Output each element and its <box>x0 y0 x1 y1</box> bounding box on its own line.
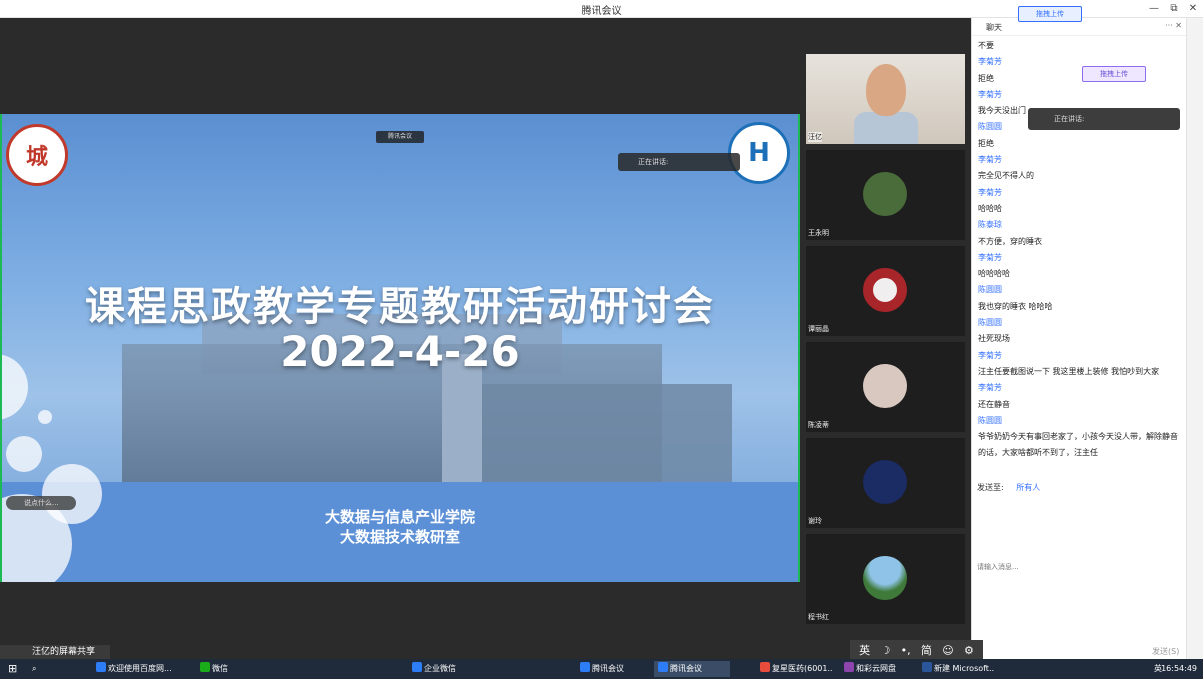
speaking-indicator: 正在讲话: <box>618 153 740 171</box>
close-button[interactable]: ✕ <box>1185 1 1201 17</box>
chat-sender: 陈泰琼 <box>978 220 1002 230</box>
participant-name: 王永明 <box>808 229 829 237</box>
university-logo-left: 城 <box>6 124 68 186</box>
chat-message-text: 哈哈哈 <box>978 203 1002 213</box>
slide-department: 大数据技术教研室 <box>339 528 460 546</box>
chat-message-text: 拒绝 <box>978 138 994 148</box>
app-icon <box>580 662 590 672</box>
taskbar-item[interactable]: 腾讯会议 <box>654 661 730 677</box>
avatar <box>863 268 907 312</box>
slide-title: 课程思政教学专题教研活动研讨会 <box>85 284 715 330</box>
chat-sender: 陈圆圆 <box>978 318 1002 328</box>
ime-moon-icon[interactable]: ☽ <box>880 644 890 657</box>
campus-building-image <box>472 384 732 484</box>
send-to-row: 发送至: 所有人 <box>977 482 1040 493</box>
chat-message-text: 爷爷奶奶今天有事回老家了，小孩今天没人带，解除静音的话，大家啥都听不到了，汪主任 <box>978 432 1178 458</box>
ime-lang[interactable]: 英 <box>859 642 870 658</box>
taskbar-item[interactable]: 和彩云网盘 <box>840 661 912 677</box>
ime-emoji-icon[interactable]: ☺ <box>942 644 953 657</box>
chat-message-text: 完全见不得人的 <box>978 171 1034 181</box>
close-icon[interactable]: ··· ✕ <box>1165 21 1182 30</box>
participant-name: 陈凌蒂 <box>808 421 829 429</box>
chat-scrollbar[interactable] <box>1186 18 1203 659</box>
avatar <box>863 172 907 216</box>
taskbar-item[interactable]: 企业微信 <box>408 661 468 677</box>
chat-sender: 李菊芳 <box>978 89 1002 99</box>
decor-circle <box>38 410 52 424</box>
chat-sender: 陈圆圆 <box>978 285 1002 295</box>
app-icon <box>96 662 106 672</box>
say-something-input[interactable]: 说点什么... <box>6 496 76 510</box>
person-face <box>866 64 906 116</box>
search-icon[interactable]: ⌕ <box>28 661 42 677</box>
chat-sender: 李菊芳 <box>978 187 1002 197</box>
chat-message-text: 社死现场 <box>978 334 1010 344</box>
chat-message-text: 我也穿的睡衣 哈哈哈 <box>978 301 1053 311</box>
chat-message-list: 不要 李菊芳 拒绝 李菊芳 我今天没出门 陈圆圆 拒绝 李菊芳 完全见不得人的 李菊芳 哈哈哈 陈泰琼… <box>972 36 1186 464</box>
participant-name: 程书红 <box>808 613 829 621</box>
send-to-select[interactable]: 所有人 <box>1016 483 1040 492</box>
participant-name: 谭丽晶 <box>808 325 829 333</box>
participant-tile[interactable]: 谢玲 <box>806 438 965 528</box>
windows-taskbar: ⊞ ⌕ 欢迎使用百度网... 微信 企业微信 腾讯会议 腾讯会议 复星医药(60… <box>0 659 1203 679</box>
avatar <box>863 364 907 408</box>
chat-message-text: 还在静音 <box>978 399 1010 409</box>
avatar <box>863 460 907 504</box>
participant-tile[interactable]: 程书红 <box>806 534 965 624</box>
chat-message-text: 不方便，穿的睡衣 <box>978 236 1042 246</box>
chat-message-text: 不要 <box>978 41 994 50</box>
start-icon[interactable]: ⊞ <box>4 661 18 677</box>
send-button[interactable]: 发送(S) <box>1152 646 1179 657</box>
meeting-tag: 腾讯会议 <box>376 131 424 143</box>
chat-sender: 李菊芳 <box>978 57 1002 67</box>
avatar <box>863 556 907 600</box>
ime-settings-icon[interactable]: ⚙ <box>964 644 974 657</box>
ime-punct-icon[interactable]: •, <box>901 644 911 657</box>
app-icon <box>844 662 854 672</box>
ime-simplified[interactable]: 简 <box>921 642 932 658</box>
speaking-indicator: 正在讲话: <box>1028 108 1180 130</box>
participant-tile[interactable]: 陈凌蒂 <box>806 342 965 432</box>
shared-slide: 城 H 课程思政教学专题教研活动研讨会 2022-4-26 大数据与信息产业学院… <box>0 114 800 582</box>
participant-tile[interactable]: 王永明 <box>806 150 965 240</box>
app-icon <box>922 662 932 672</box>
chat-sender: 李菊芳 <box>978 383 1002 393</box>
minimize-button[interactable]: — <box>1146 1 1162 17</box>
send-to-label: 发送至: <box>977 483 1004 492</box>
taskbar-clock: 16:54:49 <box>1161 664 1197 673</box>
app-icon <box>412 662 422 672</box>
chat-sender: 李菊芳 <box>978 350 1002 360</box>
app-icon <box>200 662 210 672</box>
taskbar-item[interactable]: 腾讯会议 <box>576 661 648 677</box>
participant-name: 谢玲 <box>808 517 822 525</box>
participant-tile[interactable]: 谭丽晶 <box>806 246 965 336</box>
upload-button[interactable]: 拖拽上传 <box>1018 6 1082 22</box>
taskbar-item[interactable]: 微信 <box>196 661 236 677</box>
participant-name: 汪亿 <box>808 132 822 142</box>
chat-sender: 陈圆圆 <box>978 415 1002 425</box>
slide-date: 2022-4-26 <box>280 327 520 376</box>
decor-circle <box>6 436 42 472</box>
shared-screen-stage: 城 H 课程思政教学专题教研活动研讨会 2022-4-26 大数据与信息产业学院… <box>0 18 800 658</box>
upload-button[interactable]: 拖拽上传 <box>1082 66 1146 82</box>
chat-input[interactable] <box>977 497 1177 637</box>
chat-message-text: 拒绝 <box>978 73 994 83</box>
taskbar-item[interactable]: 复星医药(6001... <box>756 661 832 677</box>
taskbar-item[interactable]: 新建 Microsoft... <box>918 661 994 677</box>
chat-sender: 李菊芳 <box>978 155 1002 165</box>
participant-video-strip: 汪亿 王永明 谭丽晶 陈凌蒂 谢玲 程书红 <box>800 18 971 658</box>
screen-share-label: 汪亿的屏幕共享 <box>0 645 110 659</box>
app-icon <box>658 662 668 672</box>
chat-title: 聊天 <box>986 23 1002 32</box>
participant-tile[interactable]: 汪亿 <box>806 54 965 144</box>
chat-message-text: 汪主任要截图说一下 我这里楼上装修 我怕吵到大家 <box>978 366 1160 376</box>
taskbar-item[interactable]: 欢迎使用百度网... <box>92 661 172 677</box>
slide-college: 大数据与信息产业学院 <box>324 508 475 526</box>
chat-message-text: 哈哈哈哈 <box>978 269 1010 279</box>
chat-sender: 李菊芳 <box>978 252 1002 262</box>
ime-toolbar: 英 ☽ •, 简 ☺ ⚙ <box>850 640 983 660</box>
restore-button[interactable]: ⧉ <box>1166 1 1182 17</box>
app-icon <box>760 662 770 672</box>
person-shirt <box>854 112 918 144</box>
